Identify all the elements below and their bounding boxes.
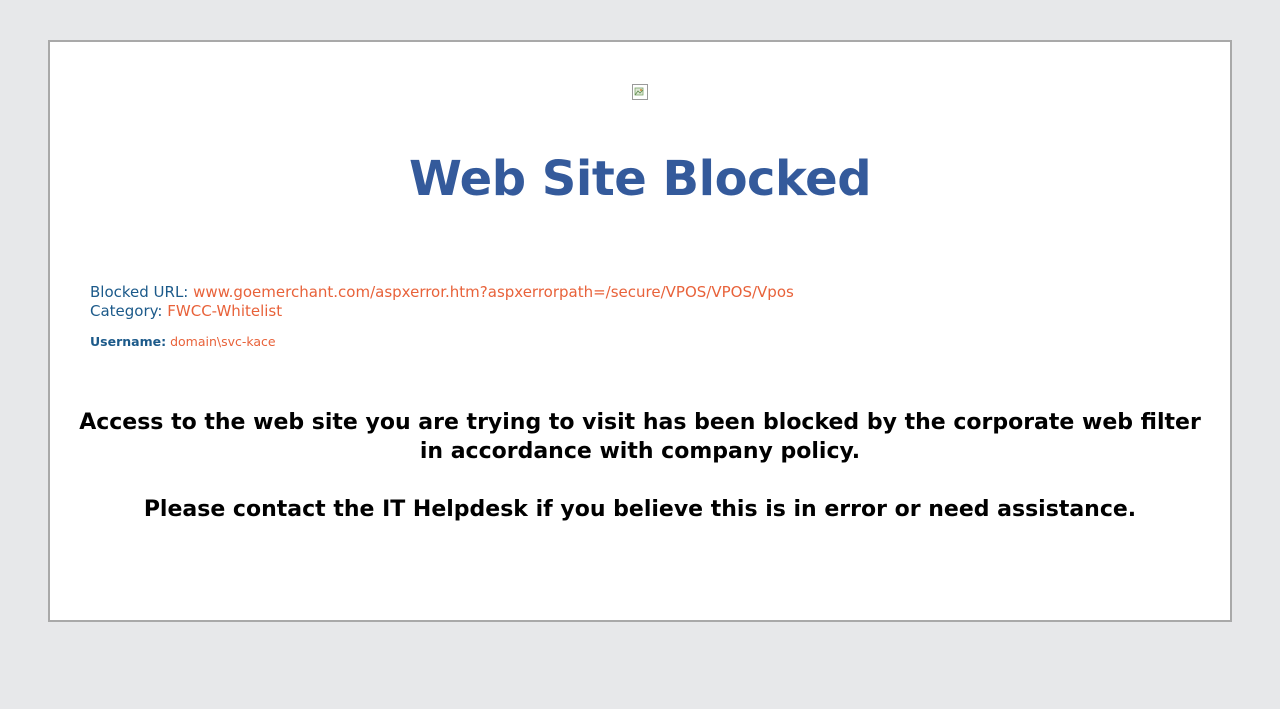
helpdesk-contact-text: Please contact the IT Helpdesk if you be…: [143, 497, 1137, 522]
block-reason-text: Access to the web site you are trying to…: [79, 410, 1201, 464]
username-label: Username:: [90, 334, 167, 349]
block-message: Access to the web site you are trying to…: [70, 408, 1210, 524]
page-title: Web Site Blocked: [408, 151, 872, 207]
blocked-url-row: Blocked URL: www.goemerchant.com/aspxerr…: [90, 283, 1190, 302]
broken-image-icon: [632, 84, 648, 100]
category-row: Category: FWCC-Whitelist: [90, 302, 1190, 321]
category-value: FWCC-Whitelist: [167, 302, 283, 320]
username-value: domain\svc-kace: [170, 334, 276, 349]
username-row: Username: domain\svc-kace: [90, 334, 1190, 350]
block-details: Blocked URL: www.goemerchant.com/aspxerr…: [90, 283, 1190, 350]
blocked-url-label: Blocked URL:: [90, 283, 189, 301]
blocked-page-panel: Web Site Blocked Blocked URL: www.goemer…: [48, 40, 1232, 622]
blocked-url-value: www.goemerchant.com/aspxerror.htm?aspxer…: [193, 283, 794, 301]
category-label: Category:: [90, 302, 163, 320]
